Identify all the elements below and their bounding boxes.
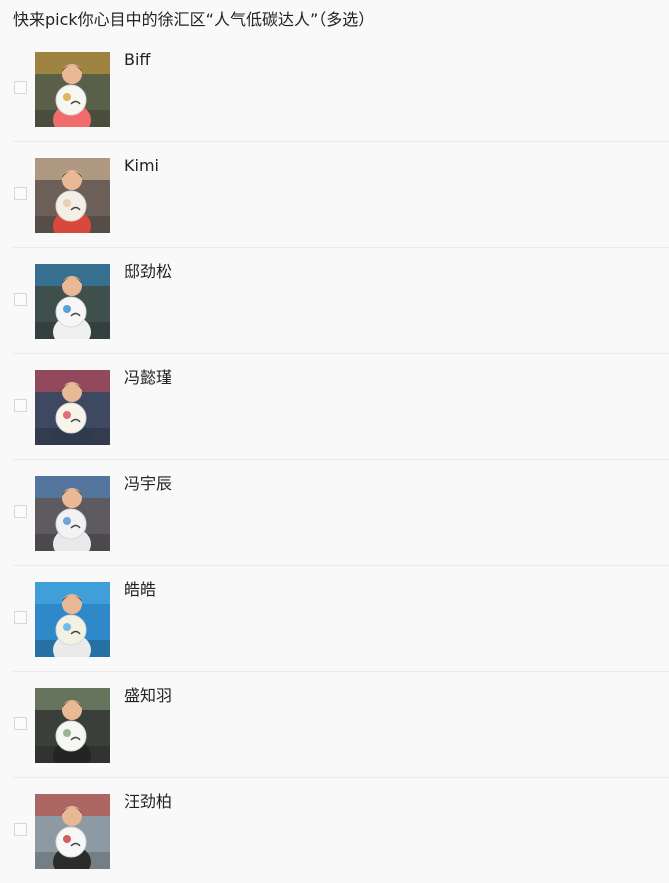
option-checkbox[interactable] xyxy=(14,187,27,200)
option-checkbox[interactable] xyxy=(14,399,27,412)
photo-image xyxy=(35,582,110,657)
option-photo[interactable] xyxy=(35,264,110,339)
option-checkbox[interactable] xyxy=(14,717,27,730)
photo-image xyxy=(35,370,110,445)
option-checkbox[interactable] xyxy=(14,293,27,306)
option-photo[interactable] xyxy=(35,794,110,869)
option-label[interactable]: Biff xyxy=(124,50,150,70)
option-label[interactable]: 汪劲柏 xyxy=(124,792,172,812)
question-title: 快来pick你心目中的徐汇区“人气低碳达人”（多选） xyxy=(13,10,375,29)
option-photo[interactable] xyxy=(35,52,110,127)
option-label[interactable]: 皓皓 xyxy=(124,580,156,600)
option-item[interactable]: Kimi xyxy=(13,142,669,248)
option-photo[interactable] xyxy=(35,476,110,551)
option-item[interactable]: 盛知羽 xyxy=(13,672,669,778)
option-item[interactable]: Biff xyxy=(13,36,669,142)
option-checkbox[interactable] xyxy=(14,81,27,94)
option-checkbox[interactable] xyxy=(14,611,27,624)
option-item[interactable]: 皓皓 xyxy=(13,566,669,672)
option-photo[interactable] xyxy=(35,688,110,763)
option-item[interactable]: 邸劲松 xyxy=(13,248,669,354)
photo-image xyxy=(35,52,110,127)
photo-image xyxy=(35,476,110,551)
photo-image xyxy=(35,158,110,233)
option-label[interactable]: 邸劲松 xyxy=(124,262,172,282)
option-photo[interactable] xyxy=(35,582,110,657)
option-checkbox[interactable] xyxy=(14,505,27,518)
photo-image xyxy=(35,794,110,869)
option-item[interactable]: 汪劲柏 xyxy=(13,778,669,883)
option-label[interactable]: 盛知羽 xyxy=(124,686,172,706)
option-item[interactable]: 冯宇辰 xyxy=(13,460,669,566)
option-checkbox[interactable] xyxy=(14,823,27,836)
option-photo[interactable] xyxy=(35,158,110,233)
option-photo[interactable] xyxy=(35,370,110,445)
option-item[interactable]: 冯懿瑾 xyxy=(13,354,669,460)
option-label[interactable]: Kimi xyxy=(124,156,159,176)
photo-image xyxy=(35,688,110,763)
option-list: Biff Kimi 邸劲松 冯懿瑾 冯宇辰 皓皓 盛知羽 汪劲柏 xyxy=(13,36,669,883)
option-label[interactable]: 冯宇辰 xyxy=(124,474,172,494)
option-label[interactable]: 冯懿瑾 xyxy=(124,368,172,388)
photo-image xyxy=(35,264,110,339)
